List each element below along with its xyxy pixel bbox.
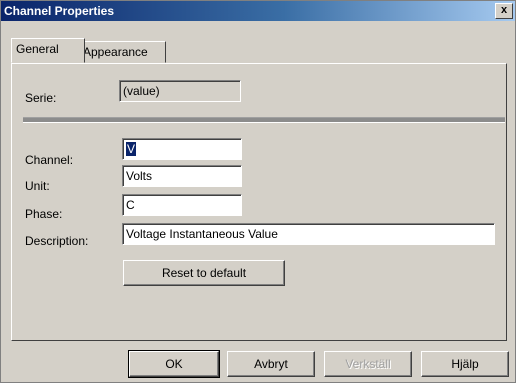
phase-value: C — [126, 198, 135, 212]
window-title: Channel Properties — [4, 4, 115, 18]
cancel-button[interactable]: Avbryt — [227, 351, 315, 377]
apply-button[interactable]: Verkställ — [324, 351, 412, 377]
serie-field: (value) — [119, 80, 241, 102]
tab-general-label: General — [16, 42, 59, 56]
tab-appearance[interactable]: Appearance — [78, 41, 166, 63]
channel-value: V — [126, 142, 137, 156]
ok-button[interactable]: OK — [128, 350, 220, 378]
general-panel — [11, 63, 507, 341]
reset-button-label: Reset to default — [161, 266, 247, 280]
close-button[interactable]: x — [495, 3, 513, 19]
channel-input[interactable]: V — [122, 138, 242, 160]
help-button[interactable]: Hjälp — [421, 351, 509, 377]
unit-input[interactable]: Volts — [122, 165, 242, 187]
serie-value: (value) — [123, 84, 160, 98]
help-button-label: Hjälp — [451, 357, 479, 371]
ok-button-label: OK — [165, 357, 183, 371]
phase-label: Phase: — [25, 207, 63, 221]
cancel-button-label: Avbryt — [254, 357, 288, 371]
unit-value: Volts — [126, 169, 153, 183]
description-label: Description: — [25, 234, 89, 248]
description-input[interactable]: Voltage Instantaneous Value — [122, 223, 495, 245]
description-value: Voltage Instantaneous Value — [126, 227, 278, 241]
separator — [23, 117, 505, 123]
reset-to-default-button[interactable]: Reset to default — [123, 260, 285, 286]
serie-label: Serie: — [25, 91, 57, 105]
unit-label: Unit: — [25, 179, 50, 193]
tab-general[interactable]: General — [11, 38, 85, 63]
title-bar[interactable]: Channel Properties x — [1, 1, 515, 21]
apply-button-label: Verkställ — [345, 357, 391, 371]
phase-input[interactable]: C — [122, 194, 242, 216]
tab-appearance-label: Appearance — [83, 45, 148, 59]
channel-properties-dialog: Channel Properties x General Appearance … — [0, 0, 516, 383]
channel-label: Channel: — [25, 153, 74, 167]
close-icon: x — [500, 4, 508, 16]
